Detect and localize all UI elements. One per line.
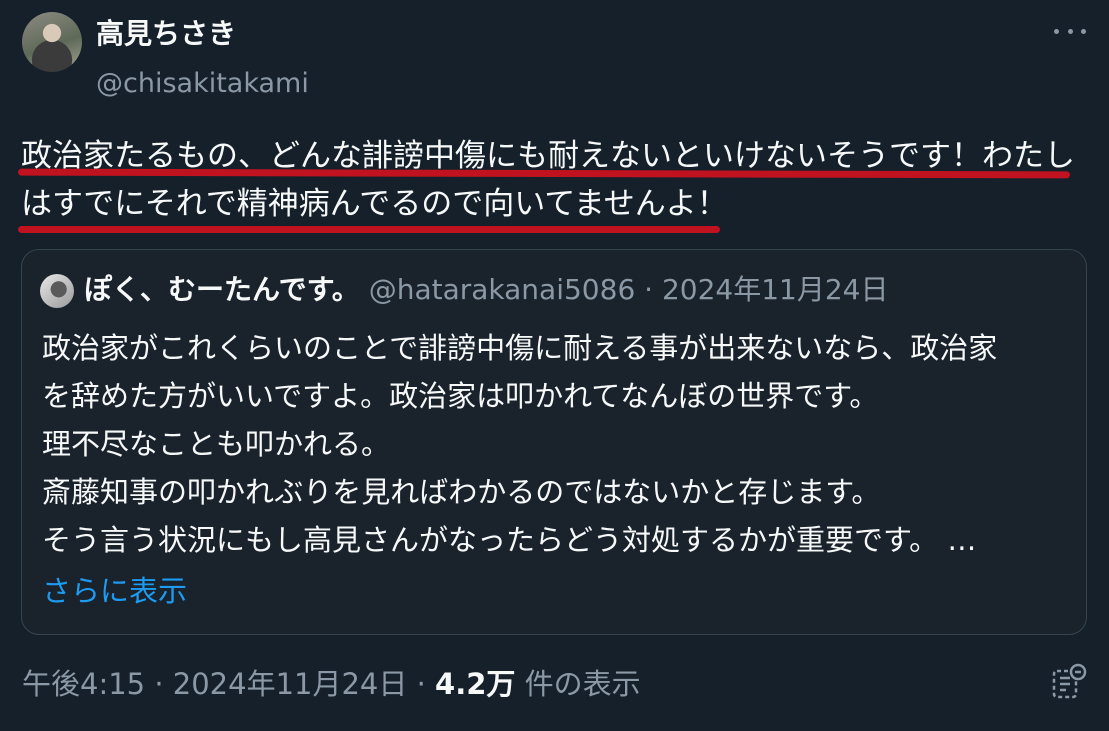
tweet-meta: 午後4:15 · 2024年11月24日 · 4.2万 件の表示 — [22, 662, 641, 706]
tweet-text: 政治家たるもの、どんな誹謗中傷にも耐えないといけないそうです！わたし はすでにそ… — [21, 132, 1096, 228]
quoted-text-line: を辞めた方がいいですよ。政治家は叩かれてなんぼの世界です。 — [42, 379, 879, 413]
more-options-button[interactable] — [1048, 16, 1092, 46]
tweet-date[interactable]: 2024年11月24日 — [173, 667, 408, 701]
views-count: 4.2万 — [435, 667, 516, 701]
quoted-tweet-text: 政治家がこれくらいのことで誹謗中傷に耐える事が出来ないなら、政治家 を辞めた方が… — [42, 324, 1072, 564]
quoted-tweet-card[interactable]: ぽく、むーたんです。 @hatarakanai5086 · 2024年11月24… — [21, 249, 1087, 635]
more-horizontal-icon — [1054, 28, 1059, 34]
red-underline-annotation — [18, 226, 720, 233]
analytics-icon[interactable] — [1050, 662, 1088, 700]
show-more-link[interactable]: さらに表示 — [42, 569, 187, 613]
quoted-text-line: そう言う状況にもし高見さんがなったらどう対処するかが重要です。 … — [42, 523, 977, 557]
quoted-text-line: 政治家がこれくらいのことで誹謗中傷に耐える事が出来ないなら、政治家 — [42, 331, 998, 365]
quoted-tweet-date: 2024年11月24日 — [661, 273, 889, 306]
author-avatar[interactable] — [22, 12, 82, 72]
more-horizontal-icon-dot-2 — [1067, 28, 1073, 34]
quoted-text-line: 理不尽なことも叩かれる。 — [42, 427, 391, 461]
more-horizontal-icon-dot-3 — [1081, 28, 1086, 34]
quoted-author-avatar — [40, 274, 74, 308]
quoted-text-line: 斎藤知事の叩かれぶりを見ればわかるのではないかと存じます。 — [42, 475, 881, 509]
meta-separator: · — [416, 667, 426, 701]
author-handle[interactable]: @chisakitakami — [96, 64, 309, 104]
tweet-time[interactable]: 午後4:15 — [22, 667, 145, 701]
tweet-text-line-2: はすでにそれで精神病んでるので向いてませんよ！ — [21, 186, 728, 222]
views-label: 件の表示 — [524, 667, 641, 701]
quoted-author-handle: @hatarakanai5086 — [368, 273, 636, 306]
meta-separator: · — [154, 667, 164, 701]
quoted-tweet-header: ぽく、むーたんです。 @hatarakanai5086 · 2024年11月24… — [84, 268, 889, 312]
author-display-name[interactable]: 高見ちさき — [96, 14, 236, 54]
tweet-detail: 高見ちさき @chisakitakami 政治家たるもの、どんな誹謗中傷にも耐え… — [0, 0, 1109, 731]
quoted-author-display-name: ぽく、むーたんです。 — [84, 273, 360, 306]
quoted-header-separator: · — [644, 273, 654, 306]
